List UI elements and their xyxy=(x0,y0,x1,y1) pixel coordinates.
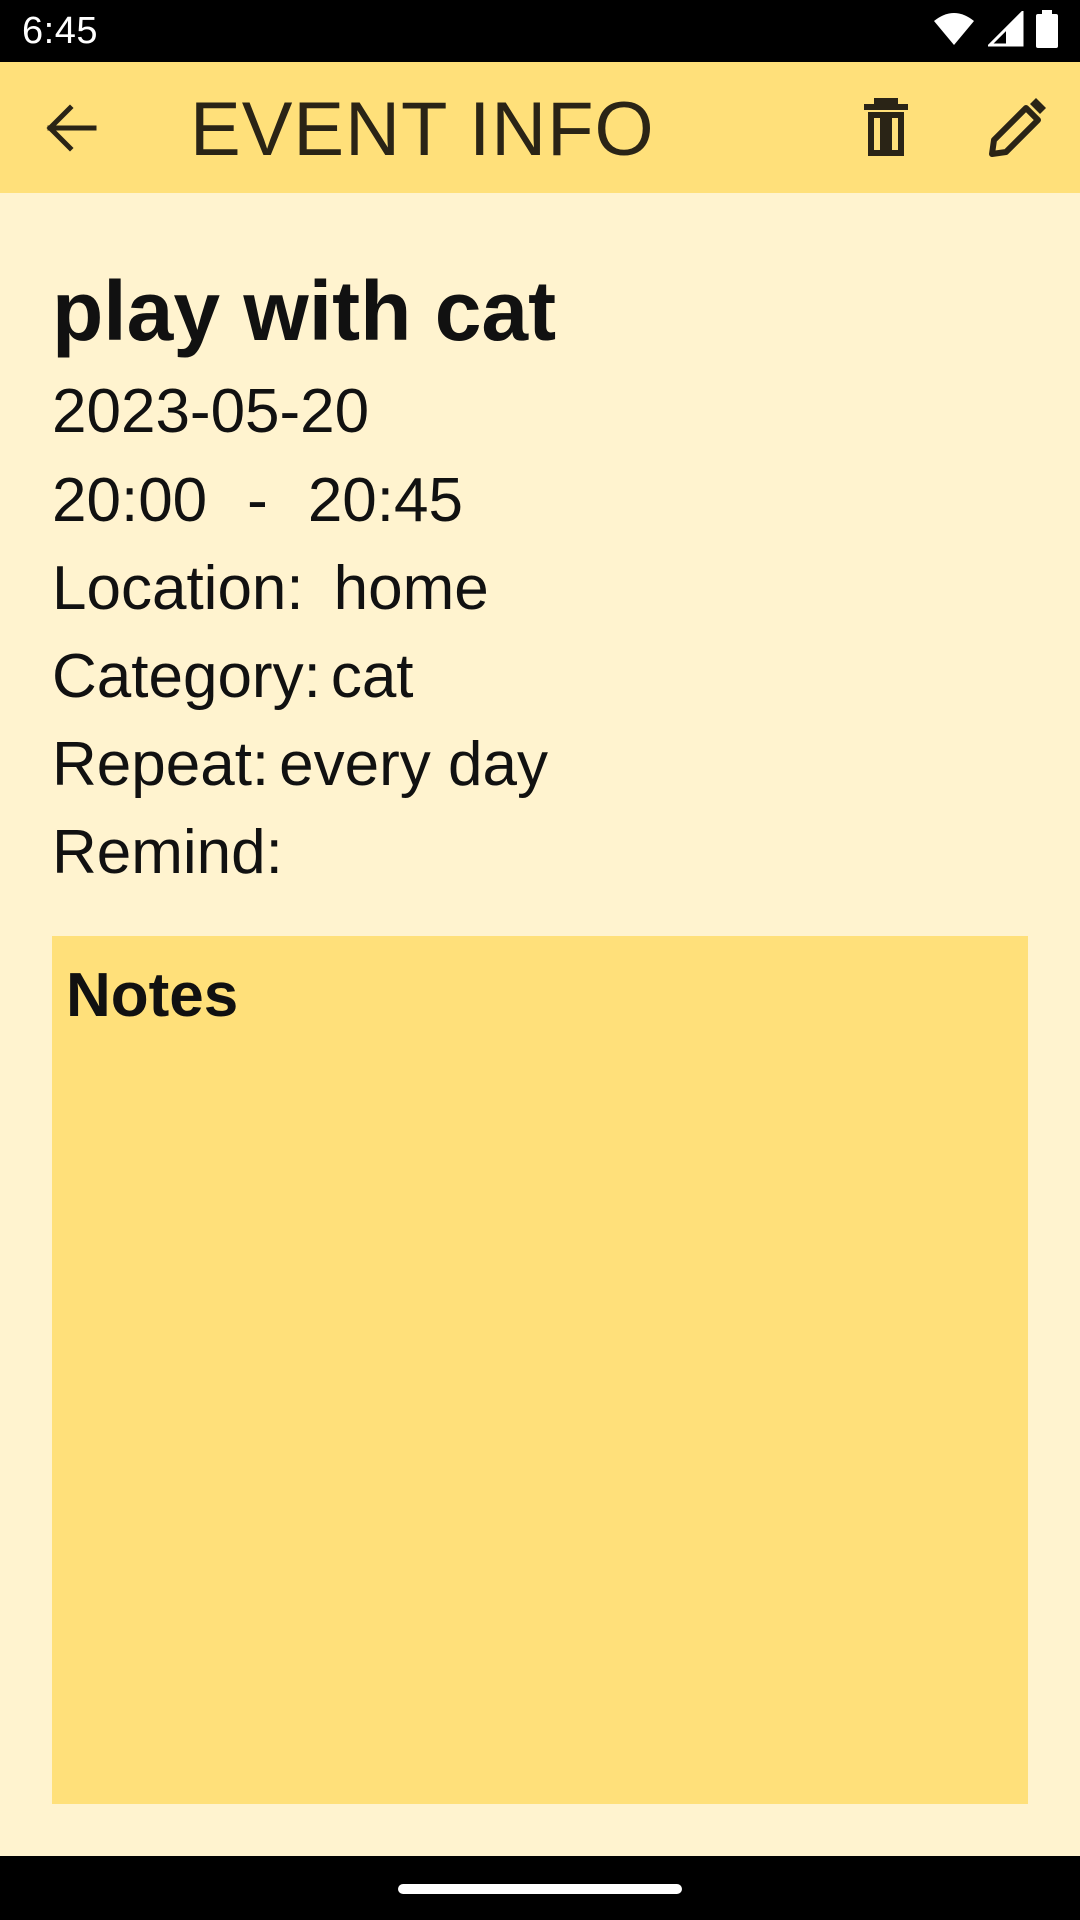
back-button[interactable] xyxy=(42,100,106,156)
status-bar: 6:45 xyxy=(0,0,1080,62)
page-title: EVENT INFO xyxy=(190,87,655,172)
event-title: play with cat xyxy=(52,264,557,358)
trash-icon xyxy=(864,98,908,156)
home-gesture-handle[interactable] xyxy=(398,1884,682,1894)
event-category: Category: cat xyxy=(52,641,414,712)
notes-panel: Notes xyxy=(52,936,1028,1804)
remind-label: Remind: xyxy=(52,818,283,887)
app-bar: EVENT INFO xyxy=(0,62,1080,193)
cellular-icon xyxy=(986,8,1024,52)
notes-label: Notes xyxy=(66,961,239,1030)
edit-button[interactable] xyxy=(986,96,1046,158)
location-value: home xyxy=(333,554,489,623)
location-label: Location: xyxy=(52,554,304,623)
status-icons xyxy=(932,8,1058,53)
status-time: 6:45 xyxy=(22,10,98,52)
event-time-range: 20:00-20:45 xyxy=(52,465,463,536)
repeat-value: every day xyxy=(279,730,548,799)
battery-icon xyxy=(1036,9,1058,53)
time-separator: - xyxy=(247,466,268,535)
delete-button[interactable] xyxy=(856,96,916,158)
event-remind: Remind: xyxy=(52,817,293,888)
category-value: cat xyxy=(330,642,414,711)
event-repeat: Repeat: every day xyxy=(52,729,548,800)
arrow-left-icon xyxy=(46,104,97,152)
repeat-label: Repeat: xyxy=(52,730,270,799)
pencil-icon xyxy=(989,98,1046,157)
start-time: 20:00 xyxy=(52,466,208,535)
event-date: 2023-05-20 xyxy=(52,377,370,446)
event-location: Location: home xyxy=(52,553,489,624)
end-time: 20:45 xyxy=(307,466,463,535)
wifi-icon xyxy=(932,11,976,52)
category-label: Category: xyxy=(52,642,321,711)
